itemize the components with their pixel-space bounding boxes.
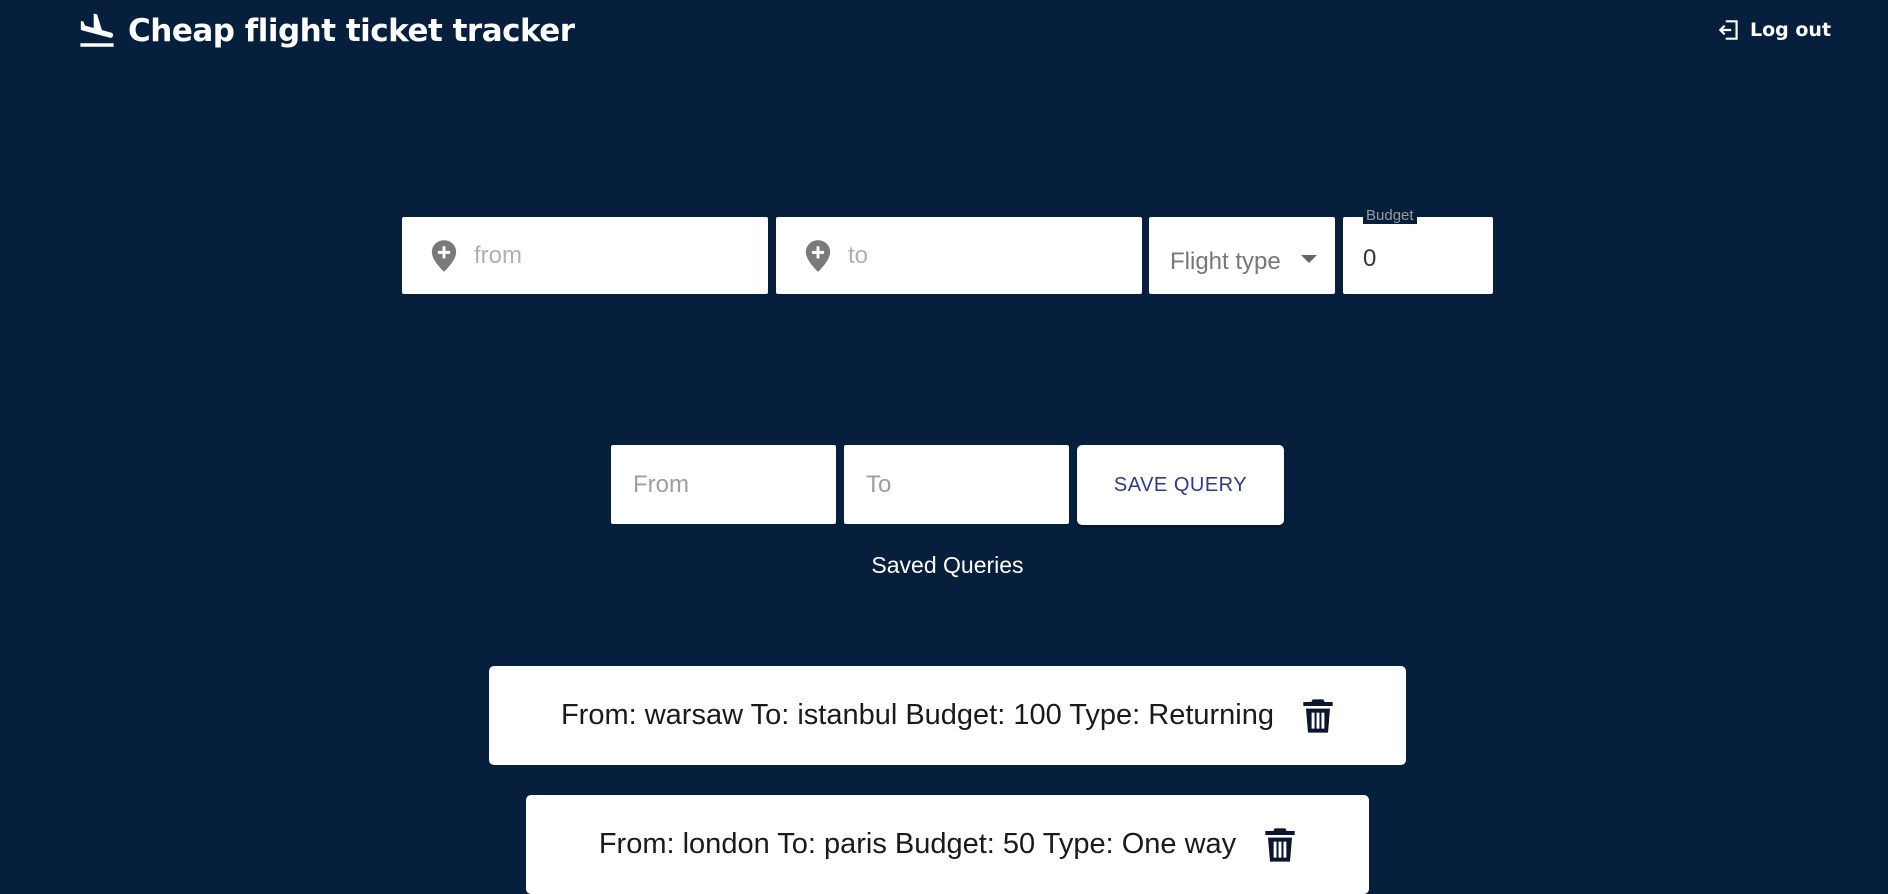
saved-query-card: From: warsaw To: istanbul Budget: 100 Ty… bbox=[489, 666, 1406, 765]
to-location-field[interactable] bbox=[776, 217, 1142, 294]
trash-icon[interactable] bbox=[1302, 698, 1334, 734]
saved-queries-heading: Saved Queries bbox=[871, 552, 1024, 578]
from-input[interactable] bbox=[472, 240, 742, 271]
logout-button[interactable]: Log out bbox=[1716, 14, 1831, 46]
flight-landing-icon bbox=[80, 13, 114, 47]
budget-input[interactable] bbox=[1363, 245, 1473, 273]
saved-query-text: From: london To: paris Budget: 50 Type: … bbox=[598, 828, 1237, 860]
add-location-icon bbox=[805, 239, 831, 272]
flight-type-select[interactable]: Flight type bbox=[1149, 217, 1335, 294]
add-location-icon bbox=[431, 239, 457, 272]
trash-icon[interactable] bbox=[1264, 827, 1296, 863]
app-title: Cheap flight ticket tracker bbox=[128, 13, 575, 49]
saved-query-card: From: london To: paris Budget: 50 Type: … bbox=[526, 795, 1369, 894]
budget-label: Budget bbox=[1363, 208, 1417, 224]
budget-field[interactable]: Budget bbox=[1343, 208, 1493, 294]
query-to-input[interactable] bbox=[844, 445, 1069, 524]
from-location-field[interactable] bbox=[402, 217, 768, 294]
logout-icon bbox=[1718, 20, 1738, 40]
saved-query-text: From: warsaw To: istanbul Budget: 100 Ty… bbox=[560, 699, 1275, 731]
logout-label: Log out bbox=[1750, 19, 1832, 41]
chevron-down-icon bbox=[1301, 255, 1317, 263]
brand: Cheap flight ticket tracker bbox=[76, 10, 575, 52]
to-input[interactable] bbox=[846, 240, 1116, 271]
save-query-button[interactable]: SAVE QUERY bbox=[1077, 445, 1284, 525]
flight-type-label: Flight type bbox=[1170, 248, 1281, 275]
query-from-input[interactable] bbox=[611, 445, 836, 524]
